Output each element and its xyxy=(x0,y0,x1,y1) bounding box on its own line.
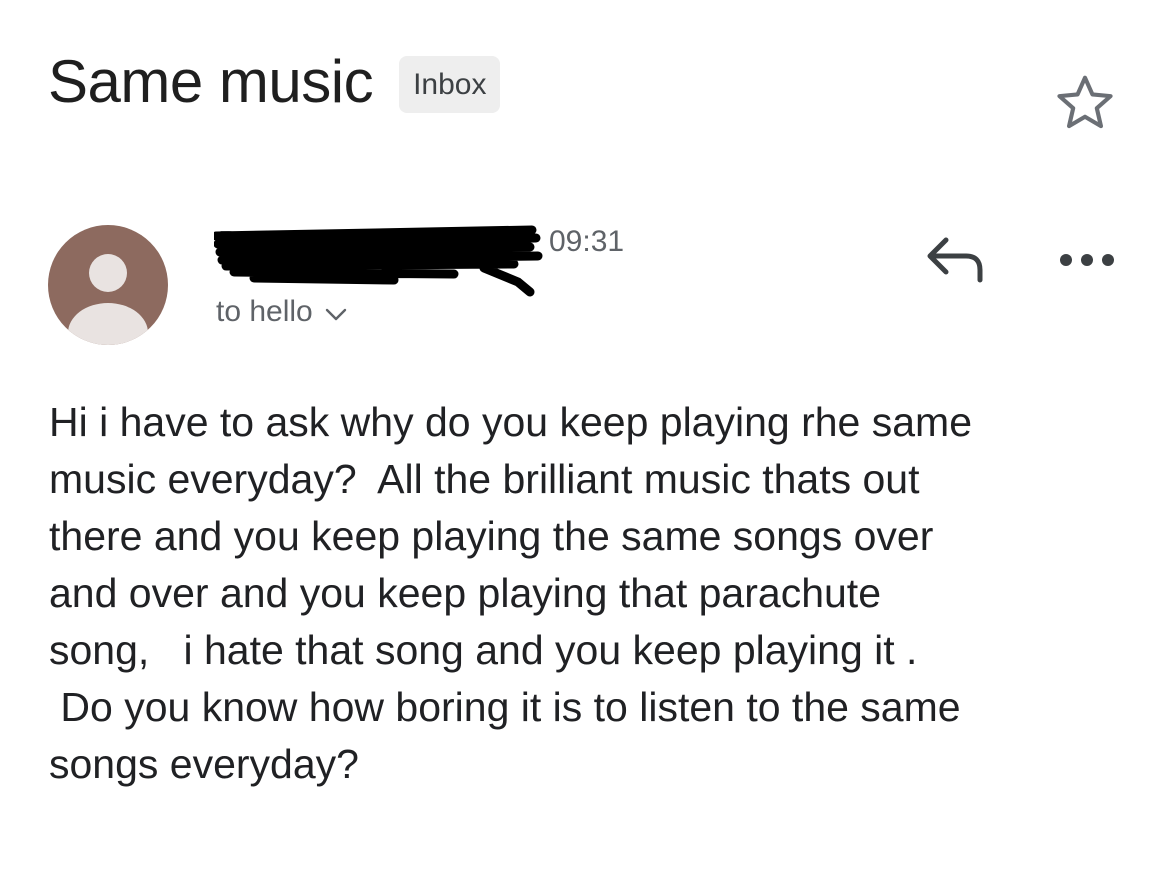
email-subject: Same music xyxy=(48,48,374,115)
email-body: Hi i have to ask why do you keep playing… xyxy=(49,399,973,787)
sender-name-redacted[interactable]: Brendan Halligan xyxy=(214,222,544,297)
redaction-scribble xyxy=(214,225,543,297)
sender-avatar[interactable] xyxy=(48,225,168,345)
recipient-details-toggle[interactable]: to hello xyxy=(216,292,347,332)
star-icon[interactable] xyxy=(1052,70,1118,136)
subject-header: Same music Inbox xyxy=(48,44,501,120)
chevron-down-icon xyxy=(325,308,346,321)
more-options-icon[interactable] xyxy=(1056,244,1118,276)
reply-icon[interactable] xyxy=(922,232,988,288)
email-time: 09:31 xyxy=(549,225,625,258)
recipient-label: to hello xyxy=(216,295,313,328)
inbox-label-chip[interactable]: Inbox xyxy=(399,55,501,113)
